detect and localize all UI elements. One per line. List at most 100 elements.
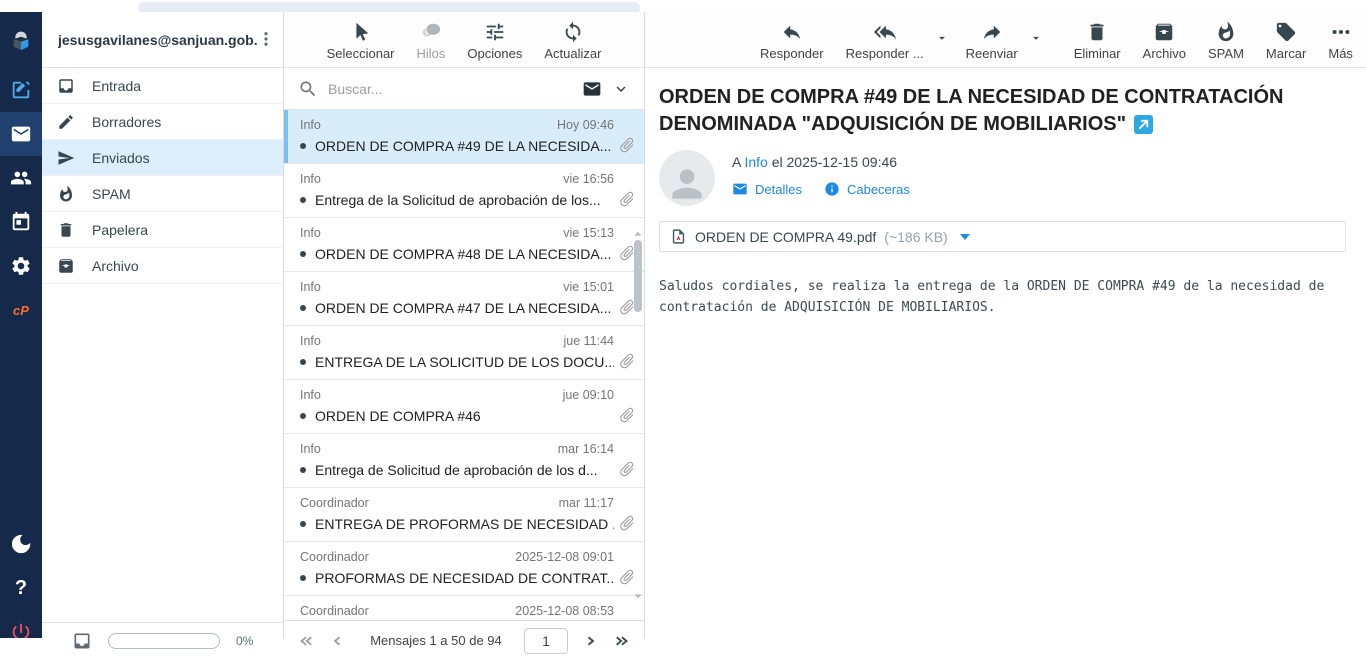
settings-nav-button[interactable]: [0, 244, 42, 288]
headers-link[interactable]: Cabeceras: [824, 181, 910, 197]
last-page-button[interactable]: [608, 627, 636, 655]
rail-bottom-group: ?: [0, 522, 42, 638]
message-sender: Info: [300, 170, 321, 188]
compose-button[interactable]: [0, 68, 42, 112]
search-bar: [284, 68, 644, 110]
folder-label: Borradores: [92, 114, 161, 130]
sender-meta: A Info el 2025-12-15 09:46 Detalles Cabe…: [732, 150, 910, 206]
message-row[interactable]: Infovie 15:13 ORDEN DE COMPRA #48 DE LA …: [284, 218, 644, 272]
message-body: Saludos cordiales, se realiza la entrega…: [659, 276, 1346, 318]
search-scope-chevron-icon[interactable]: [612, 80, 630, 98]
spam-button[interactable]: SPAM: [1197, 21, 1255, 61]
folder-item-entrada[interactable]: Entrada: [42, 68, 283, 104]
message-subject: ENTREGA DE PROFORMAS DE NECESIDAD ...: [315, 512, 614, 536]
mark-button[interactable]: Marcar: [1255, 21, 1317, 61]
next-page-button[interactable]: [576, 627, 604, 655]
folder-item-spam[interactable]: SPAM: [42, 176, 283, 212]
trash-icon: [1086, 21, 1108, 43]
threads-button[interactable]: Hilos: [417, 21, 446, 61]
gear-icon: [10, 255, 32, 277]
folder-label: Entrada: [92, 78, 141, 94]
folder-item-archivo[interactable]: Archivo: [42, 248, 283, 284]
archive-button[interactable]: Archivo: [1132, 21, 1197, 61]
folder-item-borradores[interactable]: Borradores: [42, 104, 283, 140]
reply-all-icon: [874, 21, 896, 43]
mailbox-icon: [72, 631, 92, 651]
message-date: vie 16:56: [563, 170, 614, 188]
reply-button[interactable]: Responder: [749, 21, 835, 61]
message-row[interactable]: InfoHoy 09:46 ORDEN DE COMPRA #49 DE LA …: [284, 110, 644, 164]
calendar-nav-button[interactable]: [0, 200, 42, 244]
forward-button[interactable]: Reenviar: [955, 21, 1029, 61]
message-sender: Info: [300, 440, 321, 458]
scrollbar-thumb[interactable]: [634, 240, 642, 312]
attachment-size: (~186 KB): [884, 229, 947, 245]
reply-all-label: Responder ...: [846, 46, 924, 61]
attachment-caret-icon[interactable]: [960, 234, 970, 240]
select-label: Seleccionar: [327, 46, 395, 61]
scrollbar-up-arrow[interactable]: [633, 226, 643, 236]
folder-label: Archivo: [92, 258, 139, 274]
reply-all-button[interactable]: Responder ...: [835, 21, 935, 61]
unread-dot: [300, 575, 306, 581]
paperclip-icon: [614, 402, 639, 427]
folder-item-papelera[interactable]: Papelera: [42, 212, 283, 248]
open-in-new-window-icon[interactable]: [1134, 115, 1153, 134]
prev-page-button[interactable]: [324, 627, 352, 655]
cpanel-button[interactable]: cP: [0, 288, 42, 332]
message-date: 2025-12-08 09:01: [515, 548, 614, 566]
message-list: InfoHoy 09:46 ORDEN DE COMPRA #49 DE LA …: [284, 110, 644, 638]
message-row[interactable]: Infojue 11:44 ENTREGA DE LA SOLICITUD DE…: [284, 326, 644, 380]
reading-toolbar: Responder Responder ... Reenviar Elimina…: [645, 12, 1366, 68]
select-button[interactable]: Seleccionar: [327, 21, 395, 61]
subject-text: ORDEN DE COMPRA #49 DE LA NECESIDAD DE C…: [659, 86, 1284, 135]
pdf-file-icon: [670, 228, 687, 245]
sliders-icon: [484, 21, 506, 43]
message-subject: ORDEN DE COMPRA #49 DE LA NECESIDA...: [315, 134, 611, 158]
dark-mode-button[interactable]: [0, 522, 42, 566]
delete-button[interactable]: Eliminar: [1063, 21, 1132, 61]
message-subject: ORDEN DE COMPRA #47 DE LA NECESIDA...: [315, 296, 611, 320]
unread-dot: [300, 467, 306, 473]
fire-icon: [57, 185, 75, 203]
mail-icon: [10, 123, 32, 145]
power-icon: [10, 621, 32, 638]
message-sender: Info: [300, 224, 321, 242]
pagination-summary: Mensajes 1 a 50 de 94: [356, 633, 516, 648]
account-email: jesusgavilanes@sanjuan.gob....: [58, 32, 257, 48]
pencil-icon: [57, 113, 75, 131]
webmail-logo-icon[interactable]: [0, 12, 42, 68]
page-number-input[interactable]: [524, 628, 568, 654]
mail-nav-button[interactable]: [0, 112, 42, 156]
first-page-button[interactable]: [292, 627, 320, 655]
unread-dot: [300, 521, 306, 527]
forward-caret-icon[interactable]: [1029, 31, 1043, 45]
message-row[interactable]: Coordinador2025-12-08 09:01 PROFORMAS DE…: [284, 542, 644, 596]
folder-item-enviados[interactable]: Enviados: [42, 140, 283, 176]
question-mark-icon: ?: [15, 577, 27, 600]
account-header[interactable]: jesusgavilanes@sanjuan.gob....: [42, 12, 283, 68]
paperclip-icon: [614, 564, 639, 589]
refresh-button[interactable]: Actualizar: [544, 21, 601, 61]
account-menu-button[interactable]: [257, 30, 275, 50]
more-button[interactable]: Más: [1317, 21, 1364, 61]
recipient-link[interactable]: Info: [744, 154, 767, 170]
reply-all-caret-icon[interactable]: [935, 31, 949, 45]
pagination-bar: Mensajes 1 a 50 de 94: [284, 620, 644, 660]
attachment-row[interactable]: ORDEN DE COMPRA 49.pdf (~186 KB): [659, 221, 1346, 252]
search-scope-mail-icon[interactable]: [582, 79, 602, 99]
date-text: el 2025-12-15 09:46: [772, 154, 897, 170]
logout-button[interactable]: [0, 610, 42, 638]
scrollbar-down-arrow[interactable]: [633, 588, 643, 598]
help-button[interactable]: ?: [0, 566, 42, 610]
message-row[interactable]: Coordinadormar 11:17 ENTREGA DE PROFORMA…: [284, 488, 644, 542]
message-row[interactable]: Infomar 16:14 Entrega de Solicitud de ap…: [284, 434, 644, 488]
message-row[interactable]: Infovie 15:01 ORDEN DE COMPRA #47 DE LA …: [284, 272, 644, 326]
details-link[interactable]: Detalles: [732, 181, 802, 197]
message-row[interactable]: Infojue 09:10 ORDEN DE COMPRA #46: [284, 380, 644, 434]
message-row[interactable]: Infovie 16:56 Entrega de la Solicitud de…: [284, 164, 644, 218]
search-input[interactable]: [328, 81, 572, 97]
contacts-nav-button[interactable]: [0, 156, 42, 200]
options-button[interactable]: Opciones: [467, 21, 522, 61]
compose-icon: [10, 79, 32, 101]
